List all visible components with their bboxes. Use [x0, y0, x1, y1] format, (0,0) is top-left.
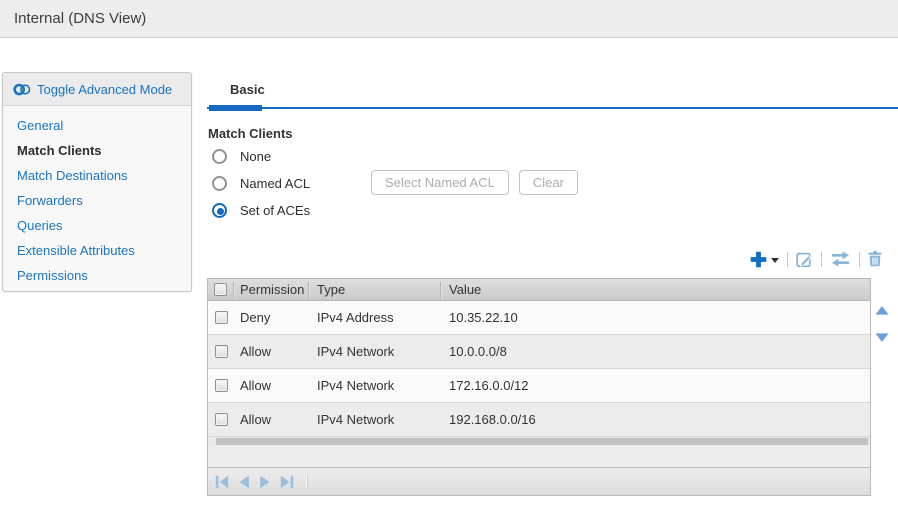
next-page-button[interactable]	[259, 475, 271, 489]
toggle-mode-icon	[13, 83, 31, 96]
row-checkbox[interactable]	[215, 413, 228, 426]
radio-named-acl[interactable]	[212, 176, 227, 191]
sidebar-item-forwarders[interactable]: Forwarders	[3, 188, 191, 213]
toggle-advanced-mode-button[interactable]: Toggle Advanced Mode	[3, 73, 191, 106]
move-row-up-button[interactable]	[875, 306, 889, 315]
table-pagination-bar	[208, 467, 870, 495]
first-page-button[interactable]	[215, 475, 229, 489]
cell-type: IPv4 Network	[309, 378, 441, 393]
ace-table: Permission Type Value Deny IPv4 Address …	[207, 278, 871, 496]
toolbar-divider	[787, 252, 788, 267]
previous-page-button[interactable]	[238, 475, 250, 489]
cell-value: 192.168.0.0/16	[441, 412, 870, 427]
tab-underline	[207, 107, 898, 109]
move-down-icon	[875, 333, 889, 342]
move-up-icon	[875, 306, 889, 315]
cell-type: IPv4 Address	[309, 310, 441, 325]
edit-button[interactable]	[796, 251, 813, 268]
sidebar-item-general[interactable]: General	[3, 113, 191, 138]
header-checkbox-cell	[208, 282, 234, 298]
column-header-permission[interactable]: Permission	[234, 282, 309, 298]
horizontal-scrollbar-thumb[interactable]	[216, 438, 868, 445]
add-icon	[750, 251, 767, 268]
table-row[interactable]: Deny IPv4 Address 10.35.22.10	[208, 301, 870, 335]
tab-strip: Basic	[207, 78, 898, 111]
last-page-button[interactable]	[280, 475, 294, 489]
toggle-advanced-mode-label: Toggle Advanced Mode	[37, 82, 172, 97]
cell-type: IPv4 Network	[309, 412, 441, 427]
named-acl-actions: Select Named ACL Clear	[371, 170, 578, 195]
cell-type: IPv4 Network	[309, 344, 441, 359]
ace-table-toolbar	[750, 249, 882, 269]
ace-table-header: Permission Type Value	[208, 279, 870, 301]
match-clients-section-label: Match Clients	[208, 126, 293, 141]
move-row-down-button[interactable]	[875, 333, 889, 342]
row-checkbox[interactable]	[215, 345, 228, 358]
radio-set-of-aces[interactable]	[212, 203, 227, 218]
table-row[interactable]: Allow IPv4 Network 10.0.0.0/8	[208, 335, 870, 369]
cell-value: 10.35.22.10	[441, 310, 870, 325]
radio-option-none[interactable]: None	[212, 146, 271, 166]
table-empty-area	[208, 446, 870, 467]
sidebar-item-queries[interactable]: Queries	[3, 213, 191, 238]
window-titlebar: Internal (DNS View)	[0, 0, 898, 38]
sidebar-item-match-destinations[interactable]: Match Destinations	[3, 163, 191, 188]
radio-option-set-of-aces[interactable]: Set of ACEs	[212, 200, 310, 220]
edit-icon	[796, 251, 813, 268]
sidebar-item-permissions[interactable]: Permissions	[3, 263, 191, 288]
row-checkbox[interactable]	[215, 379, 228, 392]
tab-active-indicator	[209, 105, 262, 111]
radio-none[interactable]	[212, 149, 227, 164]
row-checkbox[interactable]	[215, 311, 228, 324]
add-button[interactable]	[750, 251, 779, 268]
sidebar-nav: General Match Clients Match Destinations…	[3, 106, 191, 295]
cell-permission: Allow	[234, 344, 309, 359]
horizontal-scrollbar	[208, 437, 870, 446]
radio-set-of-aces-label: Set of ACEs	[240, 203, 310, 218]
column-header-type[interactable]: Type	[309, 282, 441, 298]
radio-none-label: None	[240, 149, 271, 164]
reorder-button[interactable]	[830, 251, 851, 267]
select-all-checkbox[interactable]	[214, 283, 227, 296]
cell-permission: Allow	[234, 378, 309, 393]
sidebar-item-match-clients[interactable]: Match Clients	[3, 138, 191, 163]
toolbar-divider	[821, 252, 822, 267]
swap-arrows-icon	[830, 251, 851, 267]
column-header-value[interactable]: Value	[441, 282, 870, 297]
radio-option-named-acl[interactable]: Named ACL	[212, 173, 310, 193]
pagination-divider	[306, 474, 308, 489]
page-title: Internal (DNS View)	[14, 10, 146, 27]
toolbar-divider	[859, 252, 860, 267]
dns-view-editor: Internal (DNS View) Toggle Advanced Mode…	[0, 0, 898, 505]
cell-value: 172.16.0.0/12	[441, 378, 870, 393]
table-row[interactable]: Allow IPv4 Network 192.168.0.0/16	[208, 403, 870, 437]
delete-button[interactable]	[868, 251, 882, 267]
add-menu-caret-icon[interactable]	[771, 258, 779, 263]
select-named-acl-button[interactable]: Select Named ACL	[371, 170, 509, 195]
sidebar-item-extensible-attributes[interactable]: Extensible Attributes	[3, 238, 191, 263]
settings-sidebar: Toggle Advanced Mode General Match Clien…	[2, 72, 192, 292]
table-row[interactable]: Allow IPv4 Network 172.16.0.0/12	[208, 369, 870, 403]
tab-basic[interactable]: Basic	[230, 82, 265, 97]
radio-named-acl-label: Named ACL	[240, 176, 310, 191]
cell-value: 10.0.0.0/8	[441, 344, 870, 359]
cell-permission: Allow	[234, 412, 309, 427]
clear-button[interactable]: Clear	[519, 170, 578, 195]
cell-permission: Deny	[234, 310, 309, 325]
trash-icon	[868, 251, 882, 267]
